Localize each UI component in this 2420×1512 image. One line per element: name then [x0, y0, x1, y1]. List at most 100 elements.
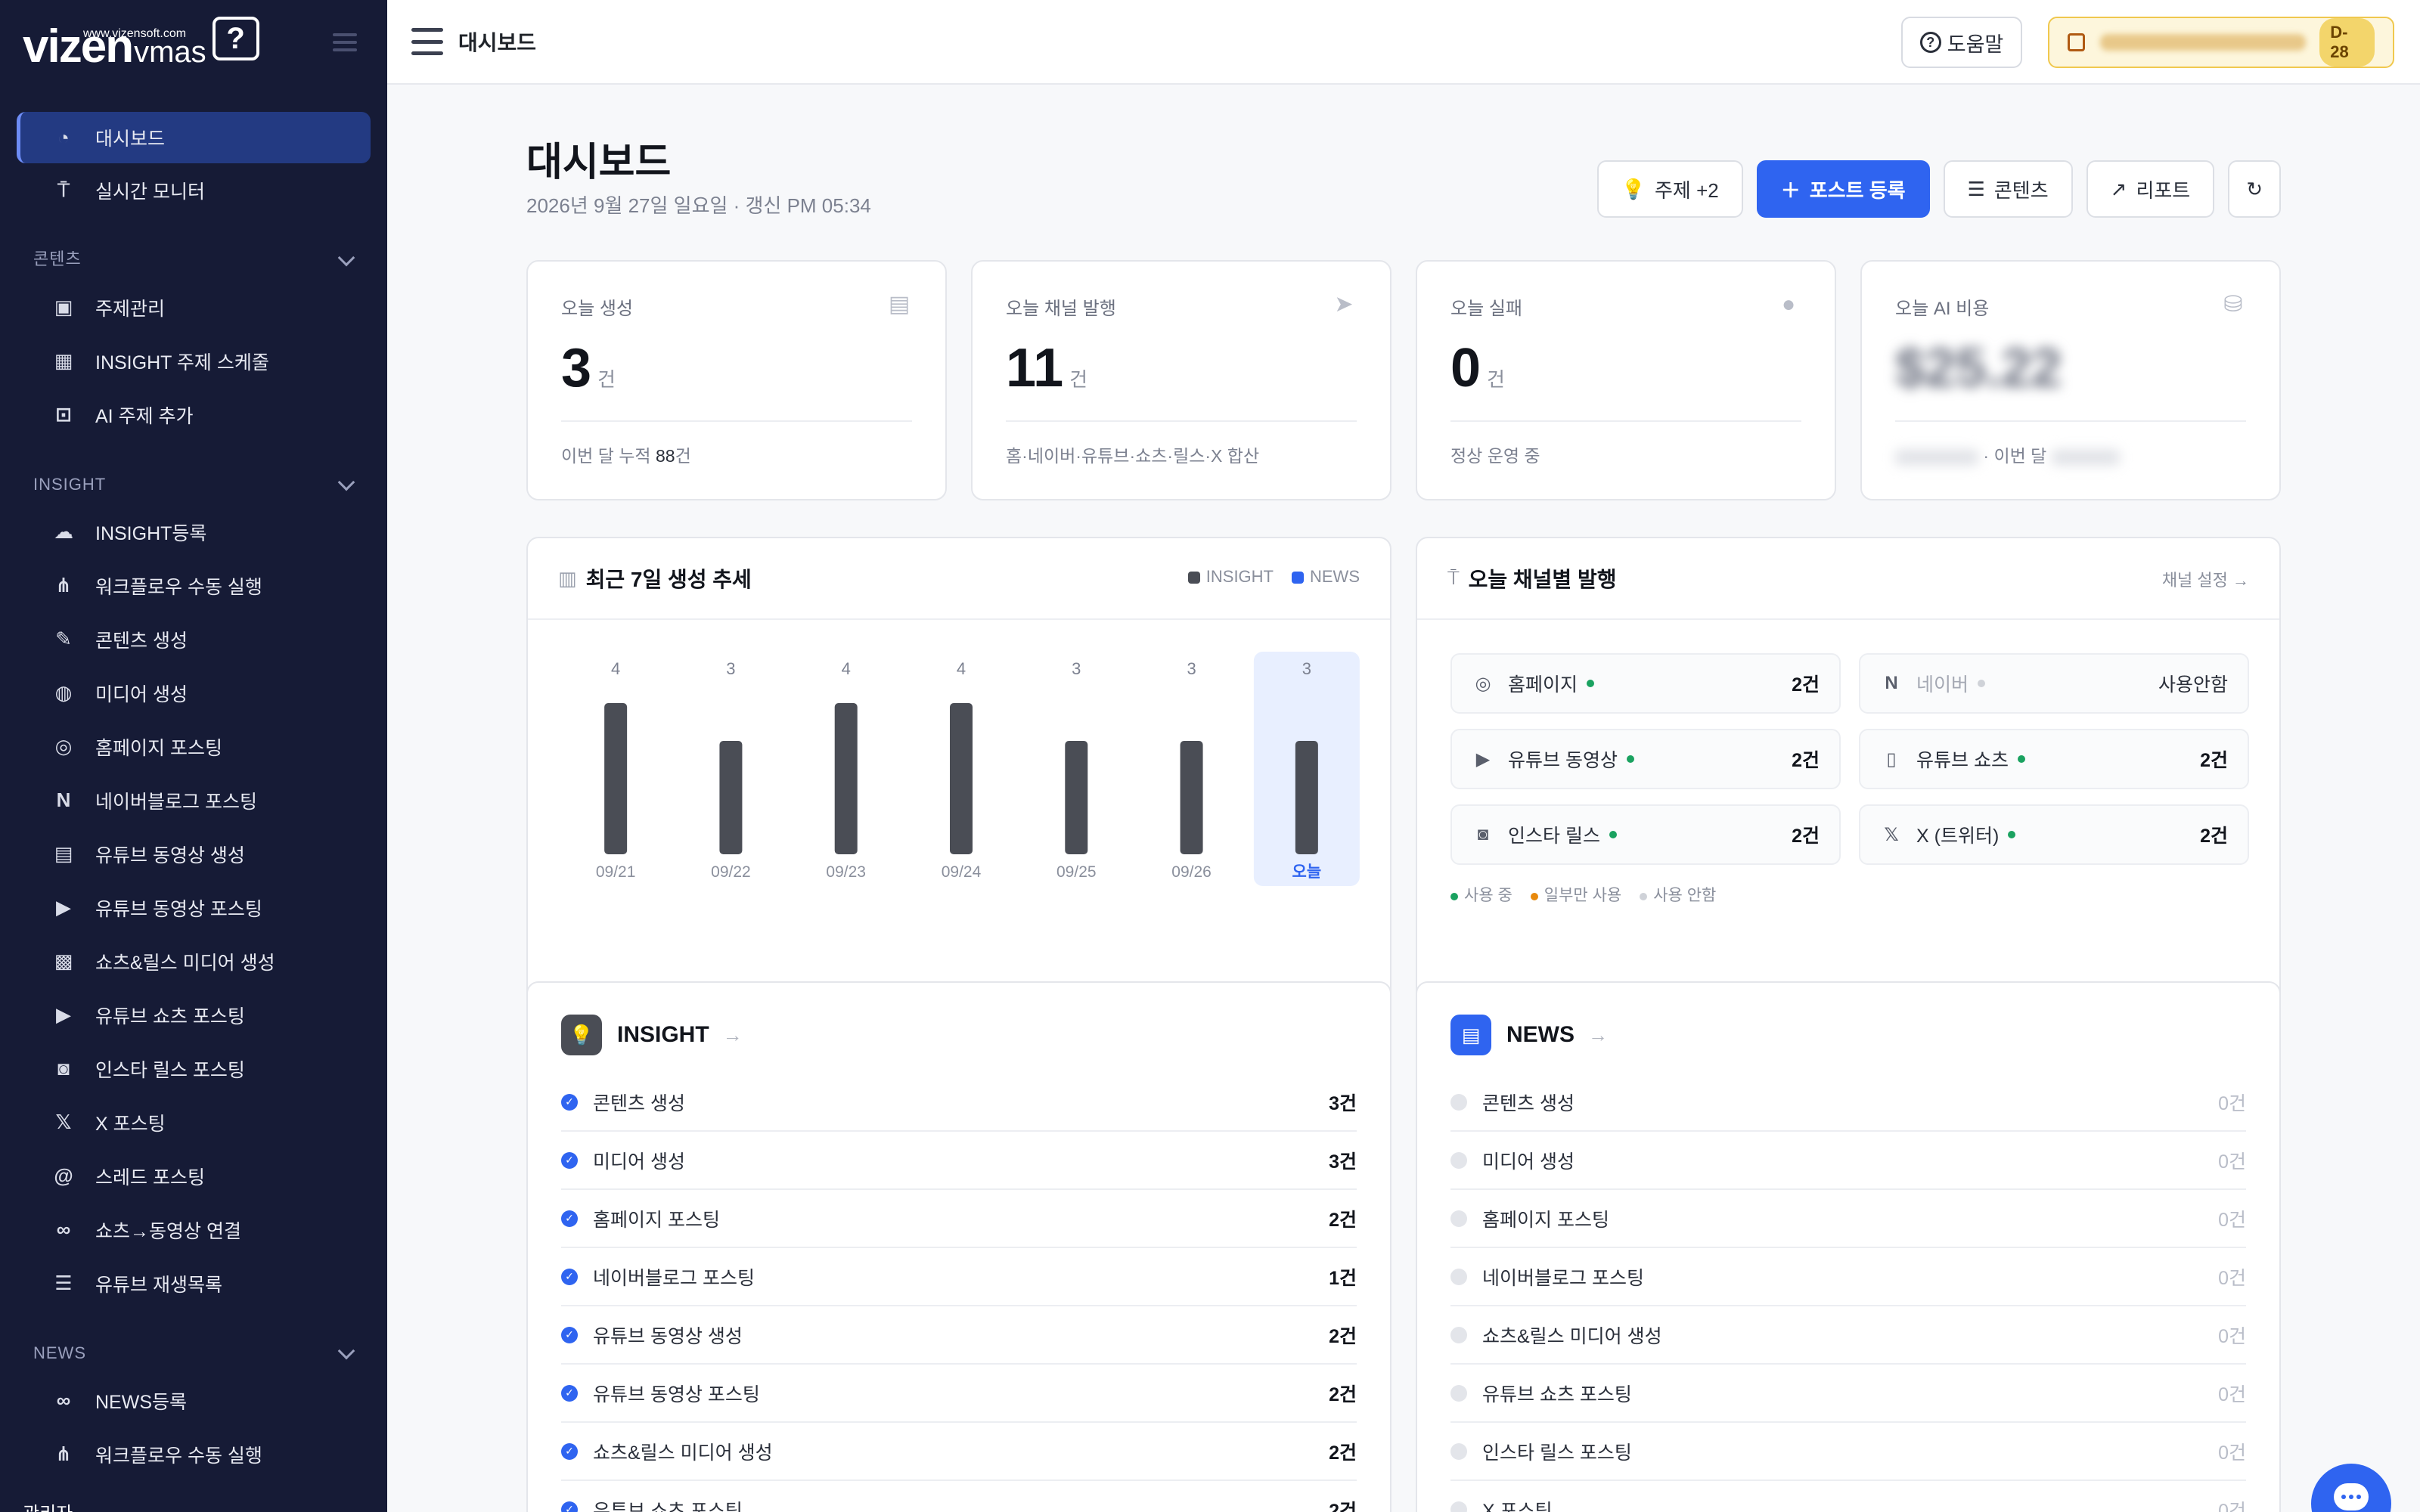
check-circle-icon: ✓ [561, 1384, 578, 1402]
stat-foot: 이번 달 누적 88건 [561, 446, 691, 466]
sidebar-item[interactable]: ⊡ AI 주제 추가 [17, 388, 371, 442]
sidebar-item[interactable]: ◎ 홈페이지 포스팅 [17, 720, 371, 773]
bar-insight[interactable] [1065, 741, 1088, 854]
sidebar-section-title: NEWS [33, 1343, 86, 1362]
sidebar-item[interactable]: 𝕏 X 포스팅 [17, 1095, 371, 1149]
bar-insight[interactable] [1180, 741, 1203, 854]
list-item[interactable]: X 포스팅 0건 [1450, 1481, 2246, 1512]
bar-insight[interactable] [950, 703, 973, 854]
channel-settings-link[interactable]: 채널 설정 → [2162, 567, 2249, 591]
sidebar-item[interactable]: ∞ 쇼츠→동영상 연결 [17, 1203, 371, 1256]
channel-count: 2건 [1792, 750, 1820, 771]
list-item[interactable]: ✓ 네이버블로그 포스팅 1건 [561, 1248, 1357, 1306]
list-item[interactable]: ✓ 유튜브 동영상 생성 2건 [561, 1306, 1357, 1365]
channel-item[interactable]: 𝕏 X (트위터) 2건 [1859, 804, 2249, 865]
bar-insight[interactable] [834, 703, 858, 854]
page-title: 대시보드 [526, 141, 672, 184]
channel-item[interactable]: ▶ 유튜브 동영상 2건 [1450, 729, 1841, 789]
sidebar-item[interactable]: ☁ INSIGHT등록 [17, 505, 371, 559]
post-register-label: 포스트 등록 [1809, 178, 1906, 202]
channel-name: 유튜브 쇼츠 [1916, 750, 2009, 771]
sidebar-item[interactable]: ▣ 주제관리 [17, 280, 371, 334]
sidebar-item[interactable]: ✎ 콘텐츠 생성 [17, 612, 371, 666]
insight-rows: ✓ 콘텐츠 생성 3건 ✓ 미디어 생성 3건 ✓ 홈페이지 포스팅 2건 ✓ 네이버블로그 포스팅… [561, 1074, 1357, 1512]
question-icon: ? [1919, 32, 1941, 53]
sidebar-item[interactable]: ⋔ 워크플로우 수동 실행 [17, 1427, 371, 1481]
list-item[interactable]: ✓ 홈페이지 포스팅 2건 [561, 1190, 1357, 1248]
bar-insight[interactable] [1295, 741, 1318, 854]
news-title[interactable]: NEWS [1506, 1022, 1575, 1048]
refresh-button[interactable]: ↻ [2228, 160, 2281, 218]
channel-item[interactable]: N 네이버 사용안함 [1859, 653, 2249, 714]
list-item[interactable]: 홈페이지 포스팅 0건 [1450, 1190, 2246, 1248]
license-badge[interactable]: D-28 [2048, 17, 2394, 68]
sidebar-item[interactable]: ▦ INSIGHT 주제 스케줄 [17, 334, 371, 388]
arrow-right-icon[interactable]: → [1588, 1024, 1608, 1047]
sidebar-section-header[interactable]: INSIGHT [0, 442, 387, 505]
list-item-label: 쇼츠&릴스 미디어 생성 [1482, 1325, 1662, 1347]
list-item[interactable]: 네이버블로그 포스팅 0건 [1450, 1248, 2246, 1306]
x-tick-label: 오늘 [1292, 863, 1322, 881]
logo[interactable]: www.vizensoft.com vizen vmas ? [0, 0, 387, 92]
list-item[interactable]: ✓ 유튜브 동영상 포스팅 2건 [561, 1365, 1357, 1423]
sidebar-item[interactable]: ⋔ 워크플로우 수동 실행 [17, 559, 371, 612]
list-item[interactable]: 인스타 릴스 포스팅 0건 [1450, 1423, 2246, 1481]
arrow-right-icon[interactable]: → [723, 1024, 743, 1047]
sidebar-item[interactable]: ⍑ 실시간 모니터 [17, 163, 371, 217]
sidebar-collapse-icon[interactable] [333, 33, 357, 53]
list-item-count: 0건 [2218, 1500, 2246, 1512]
x-icon: 𝕏 [1884, 824, 1899, 845]
chevron-down-icon [337, 473, 355, 491]
sidebar-item[interactable]: ☰ 유튜브 재생목록 [17, 1256, 371, 1310]
contents-button[interactable]: ☰ 콘텐츠 [1943, 160, 2073, 218]
list-item-count: 2건 [1329, 1325, 1357, 1347]
workflow-icon: ⋔ [55, 574, 72, 596]
sidebar-section-header[interactable]: 콘텐츠 [0, 217, 387, 280]
check-circle-icon: ✓ [561, 1151, 578, 1169]
list-item[interactable]: ✓ 유튜브 쇼츠 포스팅 2건 [561, 1481, 1357, 1512]
insight-title[interactable]: INSIGHT [617, 1022, 709, 1048]
sidebar-item[interactable]: ▶ 유튜브 동영상 포스팅 [17, 881, 371, 934]
bar-insight[interactable] [719, 741, 743, 854]
file-plus-icon: ▤ [888, 292, 911, 317]
topic-filter-button[interactable]: 💡 주제 +2 [1596, 160, 1743, 218]
report-button[interactable]: ↗ 리포트 [2086, 160, 2215, 218]
bar-insight[interactable] [604, 703, 628, 854]
list-item[interactable]: 콘텐츠 생성 0건 [1450, 1074, 2246, 1132]
list-item[interactable]: ✓ 콘텐츠 생성 3건 [561, 1074, 1357, 1132]
menu-icon[interactable] [411, 28, 443, 55]
sidebar-item[interactable]: ▩ 쇼츠&릴스 미디어 생성 [17, 934, 371, 988]
sidebar-item[interactable]: @ 스레드 포스팅 [17, 1149, 371, 1203]
list-item-label: 홈페이지 포스팅 [1482, 1209, 1609, 1231]
clapper-icon: ▩ [54, 950, 73, 972]
help-button[interactable]: ? 도움말 [1901, 17, 2022, 68]
list-item[interactable]: ✓ 쇼츠&릴스 미디어 생성 2건 [561, 1423, 1357, 1481]
channel-count: 2건 [2200, 826, 2228, 847]
legend-active: 사용 중 [1450, 883, 1512, 906]
film-icon: ▤ [54, 842, 73, 865]
channel-title: 오늘 채널별 발행 [1468, 568, 1617, 591]
sidebar-item[interactable]: ▶ 유튜브 쇼츠 포스팅 [17, 988, 371, 1042]
post-register-button[interactable]: ＋ 포스트 등록 [1756, 160, 1930, 218]
list-item[interactable]: 미디어 생성 0건 [1450, 1132, 2246, 1190]
sidebar-item-label: 콘텐츠 생성 [95, 630, 188, 652]
stat-value: 11 건 [1006, 338, 1088, 398]
channel-item[interactable]: ◎ 홈페이지 2건 [1450, 653, 1841, 714]
sidebar-item[interactable]: ▤ 유튜브 동영상 생성 [17, 827, 371, 881]
stat-label: 오늘 실패 [1450, 299, 1522, 319]
sidebar-section-header[interactable]: NEWS [0, 1310, 387, 1374]
sidebar-item[interactable]: ◙ 인스타 릴스 포스팅 [17, 1042, 371, 1095]
list-item[interactable]: ✓ 미디어 생성 3건 [561, 1132, 1357, 1190]
channel-item[interactable]: ◙ 인스타 릴스 2건 [1450, 804, 1841, 865]
sidebar-item[interactable]: N 네이버블로그 포스팅 [17, 773, 371, 827]
sidebar-item[interactable]: ∞ NEWS등록 [17, 1374, 371, 1427]
sidebar-item[interactable]: ◍ 미디어 생성 [17, 666, 371, 720]
list-item-count: 0건 [2218, 1442, 2246, 1464]
license-days-badge: D-28 [2319, 18, 2375, 67]
list-item[interactable]: 쇼츠&릴스 미디어 생성 0건 [1450, 1306, 2246, 1365]
legend-news: NEWS [1292, 567, 1360, 587]
sidebar-item[interactable]: ◔ 대시보드 [17, 112, 371, 163]
list-item-count: 0건 [2218, 1151, 2246, 1173]
list-item[interactable]: 유튜브 쇼츠 포스팅 0건 [1450, 1365, 2246, 1423]
channel-item[interactable]: ▯ 유튜브 쇼츠 2건 [1859, 729, 2249, 789]
